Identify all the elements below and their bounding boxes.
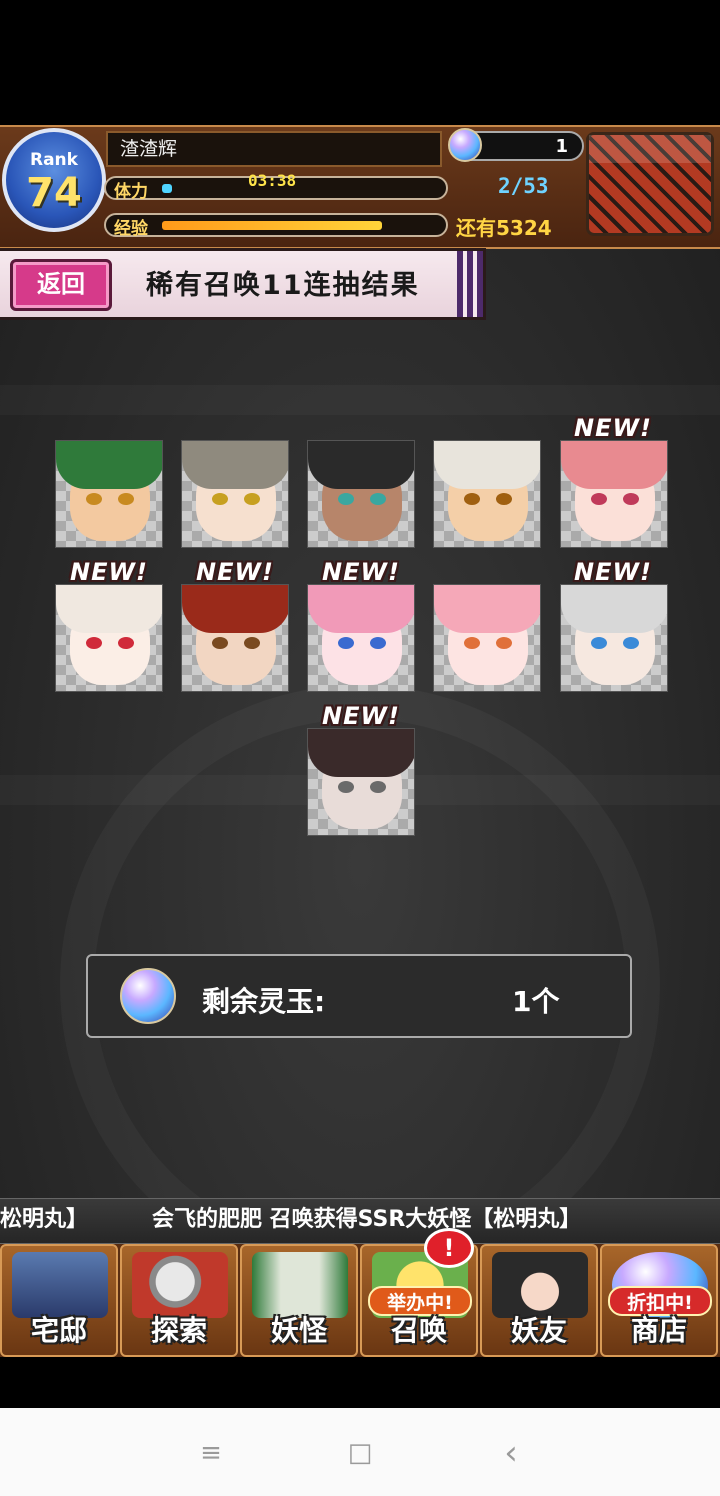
character-hair <box>308 729 414 777</box>
bottom-nav: 宅邸 探索 妖怪 举办中! 召唤 妖友 折扣中! 商店 <box>0 1244 720 1357</box>
remaining-gems-value: 1个 <box>512 985 560 1018</box>
character-card[interactable] <box>560 440 668 548</box>
character-card[interactable] <box>181 440 289 548</box>
character-eye <box>212 637 228 649</box>
nav-label: 探索 <box>150 1314 207 1347</box>
new-badge: NEW! <box>322 558 400 586</box>
rank-label: Rank <box>30 150 78 170</box>
character-eye <box>496 493 512 505</box>
spirit-gem-icon <box>448 128 482 162</box>
character-eye <box>496 637 512 649</box>
character-eye <box>212 493 228 505</box>
spirit-gem-icon <box>120 968 176 1024</box>
nav-label: 妖怪 <box>270 1314 327 1347</box>
nav-mansion[interactable]: 宅邸 <box>0 1244 118 1357</box>
character-eye <box>118 493 134 505</box>
new-badge: NEW! <box>322 702 400 730</box>
nav-label: 妖友 <box>510 1314 567 1347</box>
character-eye <box>118 637 134 649</box>
exp-remaining: 还有5324 <box>456 216 552 240</box>
character-eye <box>370 493 386 505</box>
exp-label: 经验 <box>114 219 148 239</box>
announcement-ticker: 松明丸】 会飞的肥肥 召唤获得SSR大妖怪【松明丸】 <box>0 1198 720 1244</box>
new-badge: NEW! <box>70 558 148 586</box>
stamina-label: 体力 <box>114 182 148 202</box>
character-hair <box>308 585 414 633</box>
remaining-gems-label: 剩余灵玉: <box>202 985 326 1018</box>
character-hair <box>182 585 288 633</box>
character-eye <box>464 637 480 649</box>
remaining-gems-panel: 剩余灵玉: 1个 <box>86 954 632 1038</box>
exp-fill <box>162 221 382 230</box>
rank-number: 74 <box>26 170 82 216</box>
character-eye <box>338 493 354 505</box>
nav-friends[interactable]: 妖友 <box>480 1244 598 1357</box>
nav-label: 商店 <box>630 1314 687 1347</box>
character-eye <box>244 637 260 649</box>
character-eye <box>86 637 102 649</box>
player-name[interactable]: 渣渣辉 <box>106 131 442 167</box>
stamina-fill <box>162 184 172 193</box>
back-button[interactable]: 返回 <box>10 259 112 311</box>
nav-shop[interactable]: 折扣中! 商店 <box>600 1244 718 1357</box>
new-badge: NEW! <box>196 558 274 586</box>
character-hair <box>561 441 667 489</box>
character-card[interactable] <box>181 584 289 692</box>
character-card[interactable] <box>433 584 541 692</box>
nav-label: 宅邸 <box>30 1314 87 1347</box>
page-title: 稀有召唤11连抽结果 <box>146 270 420 301</box>
menu-icon[interactable]: ≡ <box>196 1438 226 1468</box>
character-hair <box>56 441 162 489</box>
nav-explore[interactable]: 探索 <box>120 1244 238 1357</box>
ticker-message: 会飞的肥肥 召唤获得SSR大妖怪【松明丸】 <box>152 1207 582 1232</box>
character-card[interactable] <box>307 440 415 548</box>
back-icon[interactable]: ‹ <box>496 1436 526 1470</box>
character-card[interactable] <box>560 584 668 692</box>
page-header: 返回 稀有召唤11连抽结果 <box>0 248 486 320</box>
character-eye <box>623 493 639 505</box>
banner-stripe <box>457 251 483 317</box>
alert-icon: ! <box>424 1228 474 1268</box>
character-eye <box>338 637 354 649</box>
character-hair <box>56 585 162 633</box>
stamina-value: 2/53 <box>498 174 549 198</box>
character-card[interactable] <box>307 728 415 836</box>
character-eye <box>86 493 102 505</box>
character-card[interactable] <box>55 440 163 548</box>
character-card[interactable] <box>433 440 541 548</box>
character-eye <box>338 781 354 793</box>
ticker-prefix: 松明丸】 <box>0 1207 89 1232</box>
nav-monsters[interactable]: 妖怪 <box>240 1244 358 1357</box>
character-eye <box>464 493 480 505</box>
new-badge: NEW! <box>574 558 652 586</box>
character-eye <box>370 781 386 793</box>
nav-label: 召唤 <box>390 1314 447 1347</box>
new-badge: NEW! <box>574 414 652 442</box>
character-card[interactable] <box>307 584 415 692</box>
character-hair <box>561 585 667 633</box>
exp-bar: 经验 <box>104 213 448 239</box>
character-hair <box>434 441 540 489</box>
character-eye <box>591 637 607 649</box>
home-icon[interactable]: □ <box>345 1438 375 1468</box>
stamina-timer: 03:38 <box>248 171 297 190</box>
character-eye <box>591 493 607 505</box>
character-card[interactable] <box>55 584 163 692</box>
rank-badge[interactable]: Rank 74 <box>2 128 106 232</box>
character-eye <box>244 493 260 505</box>
character-eye <box>623 637 639 649</box>
treasure-chest-icon[interactable] <box>586 132 714 236</box>
character-hair <box>308 441 414 489</box>
system-nav-bar: ≡ □ ‹ <box>0 1408 720 1496</box>
character-hair <box>182 441 288 489</box>
character-hair <box>434 585 540 633</box>
chest-lid <box>589 135 711 163</box>
gem-count: 1 <box>555 136 568 157</box>
character-eye <box>370 637 386 649</box>
